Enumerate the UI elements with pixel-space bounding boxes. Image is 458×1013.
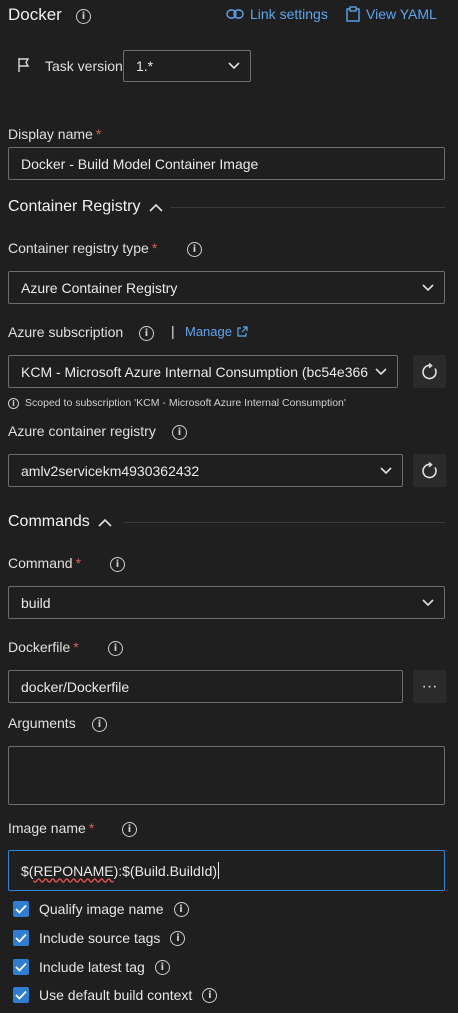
checkbox-checked-icon[interactable] <box>13 987 29 1003</box>
view-yaml-label: View YAML <box>366 6 437 22</box>
spelling-squiggle: REPONAME <box>33 862 114 879</box>
source-tags-info-icon[interactable]: i <box>170 930 186 946</box>
task-version-select[interactable]: 1.* <box>123 50 251 82</box>
command-label: Command * <box>8 555 82 571</box>
command-info-icon[interactable]: i <box>110 557 125 572</box>
checkbox-checked-icon[interactable] <box>13 959 29 975</box>
latest-tag-info-icon[interactable]: i <box>154 959 170 975</box>
separator: | <box>171 323 175 339</box>
chevron-down-icon <box>228 62 240 70</box>
container-registry-title: Container Registry <box>8 198 141 215</box>
note-info-icon: i <box>8 397 19 409</box>
commands-title: Commands <box>8 513 90 530</box>
section-divider <box>124 522 445 523</box>
image-name-label: Image name * <box>8 820 95 836</box>
dockerfile-input[interactable]: docker/Dockerfile <box>8 670 403 703</box>
flag-icon <box>16 57 32 73</box>
checkbox-label: Use default build context <box>39 987 193 1003</box>
command-value: build <box>21 594 51 611</box>
arguments-label: Arguments <box>8 715 76 731</box>
refresh-icon <box>421 461 439 480</box>
acr-label: Azure container registry <box>8 423 156 439</box>
build-context-info-icon[interactable]: i <box>202 987 218 1003</box>
task-title: Docker <box>8 5 62 24</box>
command-select[interactable]: build <box>8 586 445 619</box>
registry-type-info-icon[interactable]: i <box>187 242 202 257</box>
refresh-acr-button[interactable] <box>413 454 446 487</box>
container-registry-section-toggle[interactable]: Container Registry <box>8 198 163 216</box>
clipboard-icon <box>346 6 360 22</box>
browse-dockerfile-button[interactable]: ··· <box>413 670 446 703</box>
registry-type-label: Container registry type * <box>8 240 158 256</box>
manage-label: Manage <box>185 324 232 339</box>
more-icon: ··· <box>421 677 438 695</box>
link-icon <box>226 8 244 20</box>
scope-note-text: Scoped to subscription 'KCM - Microsoft … <box>25 397 346 409</box>
view-yaml-button[interactable]: View YAML <box>346 6 437 22</box>
commands-section-toggle[interactable]: Commands <box>8 513 112 531</box>
subscription-label: Azure subscription <box>8 324 124 340</box>
chevron-down-icon <box>422 598 434 607</box>
subscription-info-icon[interactable]: i <box>139 326 154 341</box>
qualify-info-icon[interactable]: i <box>173 901 189 917</box>
manage-link[interactable]: Manage <box>185 324 248 339</box>
chevron-down-icon <box>422 283 434 292</box>
checkbox-checked-icon[interactable] <box>13 930 29 946</box>
text-cursor <box>218 862 220 879</box>
display-name-input[interactable]: Docker - Build Model Container Image <box>8 147 445 180</box>
chevron-up-icon <box>148 203 163 212</box>
registry-type-select[interactable]: Azure Container Registry <box>8 271 445 304</box>
subscription-value: KCM - Microsoft Azure Internal Consumpti… <box>21 363 369 380</box>
acr-info-icon[interactable]: i <box>172 425 187 440</box>
registry-type-value: Azure Container Registry <box>21 279 178 296</box>
image-name-value: $(REPONAME):$(Build.BuildId) <box>21 862 218 879</box>
link-settings-button[interactable]: Link settings <box>226 6 328 22</box>
checkbox-label: Qualify image name <box>39 901 164 917</box>
external-link-icon <box>237 326 248 337</box>
image-name-input[interactable]: $(REPONAME):$(Build.BuildId) <box>8 850 445 891</box>
link-settings-label: Link settings <box>250 6 328 22</box>
task-version-value: 1.* <box>136 58 154 74</box>
title-info-icon[interactable]: i <box>76 9 91 24</box>
acr-value: amlv2servicekm4930362432 <box>21 462 200 479</box>
chevron-down-icon <box>380 466 392 475</box>
include-latest-tag-checkbox[interactable]: Include latest tag i <box>13 959 170 975</box>
dockerfile-value: docker/Dockerfile <box>21 678 130 695</box>
checkbox-checked-icon[interactable] <box>13 901 29 917</box>
chevron-up-icon <box>98 518 112 527</box>
display-name-value: Docker - Build Model Container Image <box>21 155 259 172</box>
dockerfile-info-icon[interactable]: i <box>108 641 123 656</box>
image-name-info-icon[interactable]: i <box>122 822 137 837</box>
refresh-icon <box>421 362 439 381</box>
refresh-subscription-button[interactable] <box>413 355 446 388</box>
arguments-info-icon[interactable]: i <box>92 717 107 732</box>
task-version-label: Task version <box>45 58 123 74</box>
acr-select[interactable]: amlv2servicekm4930362432 <box>8 454 403 487</box>
chevron-down-icon <box>375 367 387 376</box>
scope-note: i Scoped to subscription 'KCM - Microsof… <box>8 397 346 409</box>
dockerfile-label: Dockerfile * <box>8 639 79 655</box>
checkbox-label: Include latest tag <box>39 959 145 975</box>
include-source-tags-checkbox[interactable]: Include source tags i <box>13 930 186 946</box>
subscription-select[interactable]: KCM - Microsoft Azure Internal Consumpti… <box>8 355 398 388</box>
use-default-build-context-checkbox[interactable]: Use default build context i <box>13 987 218 1003</box>
display-name-label: Display name * <box>8 126 102 142</box>
checkbox-label: Include source tags <box>39 930 161 946</box>
arguments-textarea[interactable] <box>8 746 445 805</box>
section-divider <box>170 207 445 208</box>
qualify-image-name-checkbox[interactable]: Qualify image name i <box>13 901 189 917</box>
